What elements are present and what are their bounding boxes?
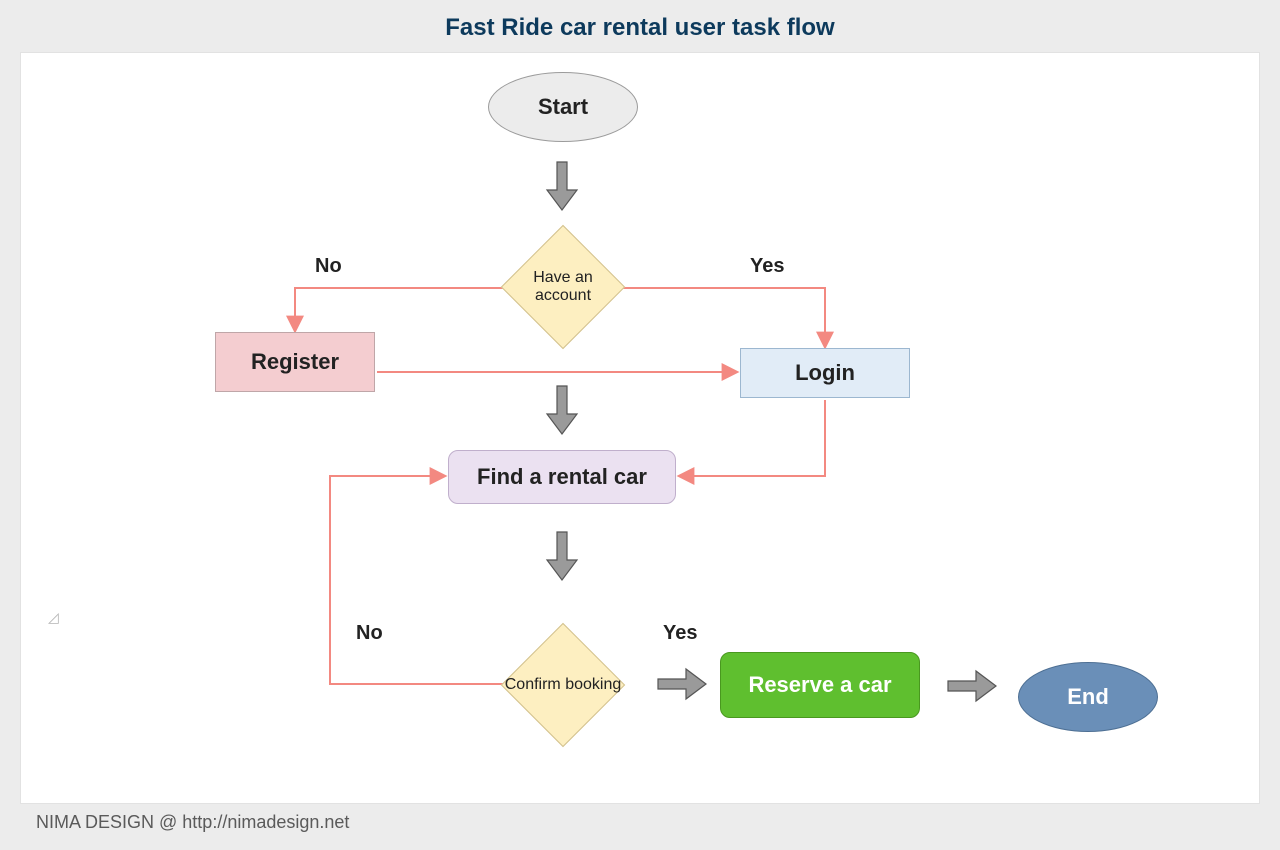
block-arrow-right-icon [654, 666, 710, 702]
footer-credit: NIMA DESIGN @ http://nimadesign.net [0, 804, 1280, 833]
node-find-car: Find a rental car [448, 450, 676, 504]
node-decision-confirm: Confirm booking [503, 625, 623, 745]
block-arrow-right-icon [944, 668, 1000, 704]
block-arrow-down-icon [544, 158, 580, 214]
node-decision-confirm-label: Confirm booking [503, 625, 623, 745]
block-arrow-down-icon [544, 528, 580, 584]
page-title: Fast Ride car rental user task flow [0, 0, 1280, 52]
node-decision-account-label: Have an account [503, 227, 623, 347]
resize-handle-icon[interactable]: ◿ [48, 609, 62, 623]
node-register: Register [215, 332, 375, 392]
flowchart-canvas: ◿ Start Have a [20, 52, 1260, 804]
node-decision-account: Have an account [503, 227, 623, 347]
node-end: End [1018, 662, 1158, 732]
node-login: Login [740, 348, 910, 398]
edge-label-account-yes: Yes [750, 255, 784, 278]
node-reserve: Reserve a car [720, 652, 920, 718]
node-start: Start [488, 72, 638, 142]
edge-label-confirm-no: No [356, 622, 383, 645]
edge-label-confirm-yes: Yes [663, 622, 697, 645]
edge-label-account-no: No [315, 255, 342, 278]
block-arrow-down-icon [544, 382, 580, 438]
